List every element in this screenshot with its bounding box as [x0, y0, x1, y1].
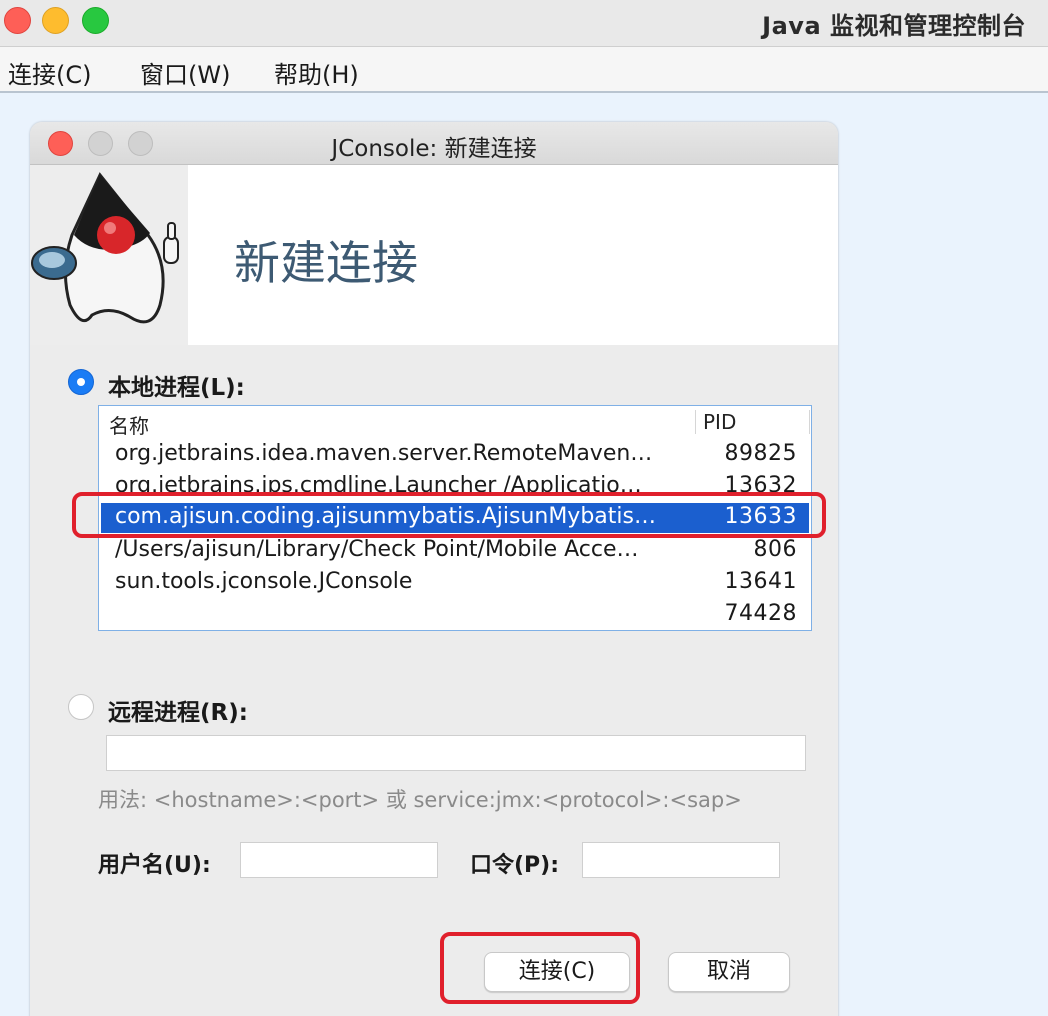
column-divider: [809, 410, 810, 434]
table-row[interactable]: org.jetbrains.idea.maven.server.RemoteMa…: [101, 440, 809, 470]
remote-process-label: 远程进程(R):: [108, 700, 248, 726]
duke-mascot-icon: [30, 165, 188, 345]
table-row[interactable]: sun.tools.jconsole.JConsole 13641: [101, 568, 809, 598]
process-pid: 89825: [724, 441, 797, 466]
annotation-highlight-selected-row: [72, 492, 826, 538]
cancel-button[interactable]: 取消: [668, 952, 790, 992]
remote-process-radio[interactable]: [68, 694, 94, 720]
table-row[interactable]: 74428: [101, 600, 809, 630]
new-connection-dialog: JConsole: 新建连接 新建连接 本地进程(L): 名称 PID org.…: [30, 122, 838, 1016]
app-titlebar: Java 监视和管理控制台: [0, 0, 1048, 47]
remote-usage-hint: 用法: <hostname>:<port> 或 service:jmx:<pro…: [98, 788, 742, 812]
menubar: 连接(C) 窗口(W) 帮助(H): [0, 47, 1048, 93]
password-field[interactable]: [582, 842, 780, 878]
process-pid: 74428: [724, 601, 797, 626]
menu-connection[interactable]: 连接(C): [8, 55, 91, 90]
process-pid: 806: [753, 537, 797, 562]
username-field[interactable]: [240, 842, 438, 878]
local-process-radio[interactable]: [68, 369, 94, 395]
close-window-button[interactable]: [4, 7, 31, 34]
dialog-titlebar: JConsole: 新建连接: [30, 122, 838, 165]
table-row[interactable]: /Users/ajisun/Library/Check Point/Mobile…: [101, 536, 809, 566]
password-label: 口令(P):: [470, 853, 560, 878]
minimize-window-button[interactable]: [42, 7, 69, 34]
process-name: sun.tools.jconsole.JConsole: [115, 569, 413, 594]
column-header-name[interactable]: 名称: [109, 410, 149, 439]
dialog-banner: 新建连接: [30, 165, 838, 345]
username-label: 用户名(U):: [98, 853, 211, 878]
remote-address-input[interactable]: [106, 735, 806, 771]
process-name: /Users/ajisun/Library/Check Point/Mobile…: [115, 537, 639, 562]
banner-title: 新建连接: [234, 236, 418, 290]
screen: Java 监视和管理控制台 连接(C) 窗口(W) 帮助(H) JConsole…: [0, 0, 1048, 1016]
process-name: org.jetbrains.idea.maven.server.RemoteMa…: [115, 441, 653, 466]
column-header-pid[interactable]: PID: [703, 410, 736, 434]
app-title: Java 监视和管理控制台: [762, 12, 1026, 40]
menu-help[interactable]: 帮助(H): [274, 55, 359, 90]
annotation-highlight-connect-button: [440, 932, 640, 1004]
dialog-title: JConsole: 新建连接: [331, 136, 537, 162]
local-process-label: 本地进程(L):: [108, 375, 245, 401]
process-pid: 13641: [724, 569, 797, 594]
zoom-window-button[interactable]: [82, 7, 109, 34]
column-divider: [695, 410, 696, 434]
menu-window[interactable]: 窗口(W): [140, 55, 230, 90]
